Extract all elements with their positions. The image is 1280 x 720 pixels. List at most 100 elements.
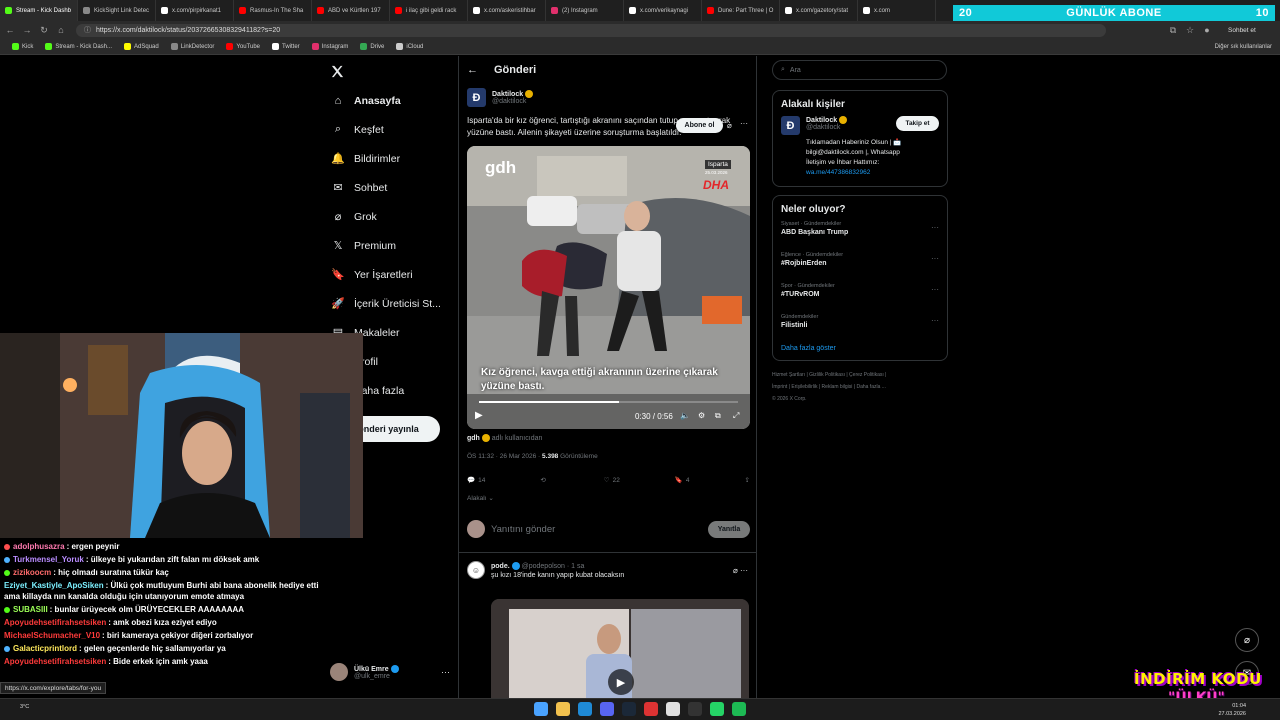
steam-icon[interactable] — [622, 702, 636, 716]
show-more-link[interactable]: Daha fazla göster — [781, 345, 939, 352]
follow-button[interactable]: Takip et — [896, 116, 939, 131]
nav-item-bookmark[interactable]: 🔖 Yer İşaretleri — [325, 260, 455, 289]
footer-line1[interactable]: Hizmet Şartları | Gizlilik Politikası | … — [772, 369, 948, 381]
nav-item-rocket[interactable]: 🚀 İçerik Üreticisi St... — [325, 289, 455, 318]
bookmark-item[interactable]: Kick — [12, 43, 33, 50]
search-input[interactable]: ⌕ Ara — [772, 60, 947, 80]
browser-tab[interactable]: Rasmus-In The Sha — [234, 0, 312, 21]
browser-tab[interactable]: (2) Instagram — [546, 0, 624, 21]
like-action[interactable]: ♡ 22 — [604, 476, 620, 485]
app-icon[interactable] — [688, 702, 702, 716]
back-icon[interactable]: ← — [3, 23, 17, 37]
reply-video[interactable]: ▶ — [491, 599, 749, 709]
more-dots-icon[interactable]: ⌀ ··· — [733, 566, 748, 575]
subscribe-button[interactable]: Abone ol — [676, 118, 723, 133]
browser-tab[interactable]: x.com/verikaynagi — [624, 0, 702, 21]
bookmark-item[interactable]: Drive — [360, 43, 384, 50]
author-name[interactable]: Daktilock — [492, 91, 523, 98]
browser-tab[interactable]: Stream - Kick Dashb — [0, 0, 78, 21]
browser-tab[interactable]: x.com — [858, 0, 936, 21]
bookmark-item[interactable]: Stream - Kick Dash... — [45, 43, 112, 50]
bookmark-item[interactable]: LinkDetector — [170, 43, 214, 50]
other-bookmarks[interactable]: Diğer sık kullanılanlar — [1215, 44, 1272, 50]
bio-link[interactable]: wa.me/447386832962 — [806, 168, 939, 178]
post-timestamp[interactable]: ÖS 11:32 · 26 Mar 2026 · — [467, 453, 542, 460]
bookmark-item[interactable]: AdSquad — [124, 43, 159, 50]
nav-item-search[interactable]: ⌕ Keşfet — [325, 115, 455, 144]
trend-item[interactable]: Eğlence · Gündemdekiler #RojbinErden ··· — [781, 252, 939, 277]
chat-username[interactable]: zizikoocm — [13, 568, 51, 577]
source-name[interactable]: gdh — [467, 435, 480, 442]
author-handle[interactable]: @daktilock — [492, 98, 533, 105]
fullscreen-icon[interactable]: ⤢ — [733, 411, 739, 421]
x-logo-icon[interactable] — [325, 56, 455, 86]
browser-tab[interactable]: ABD ve Kürtlen 197 — [312, 0, 390, 21]
chat-with-ai-button[interactable]: Sohbet et — [1228, 27, 1256, 34]
volume-icon[interactable]: 🔈 — [680, 411, 690, 420]
settings-gear-icon[interactable]: ⚙ — [698, 411, 705, 420]
author-avatar[interactable]: Ɖ — [467, 88, 486, 107]
browser-tab[interactable]: KickSight Link Detec — [78, 0, 156, 21]
browser-tab[interactable]: i ilaç gibi geldi rack — [390, 0, 468, 21]
play-icon[interactable]: ▶ — [475, 410, 483, 421]
reply-post[interactable]: ☺ pode. @podepolson · 1 sa şu kızı 18'in… — [459, 552, 756, 709]
bookmark-item[interactable]: iCloud — [396, 43, 423, 50]
whatsapp-icon[interactable] — [710, 702, 724, 716]
nav-item-x-premium[interactable]: 𝕏 Premium — [325, 231, 455, 260]
chrome-icon[interactable] — [666, 702, 680, 716]
browser-tab[interactable]: x.com/askeristihbar — [468, 0, 546, 21]
chat-username[interactable]: Apoyudehsetifirahsetsiken — [4, 618, 106, 627]
share-icon[interactable]: ⇪ — [745, 476, 750, 484]
forward-icon[interactable]: → — [20, 23, 34, 37]
reply-avatar[interactable]: ☺ — [467, 561, 485, 579]
chat-username[interactable]: Turkmensel_Yoruk — [13, 555, 84, 564]
profile-avatar-icon[interactable]: ● — [1200, 23, 1214, 37]
reply-input[interactable]: Yanıtını gönder — [491, 524, 708, 535]
chat-username[interactable]: MichaelSchumacher_V10 — [4, 631, 100, 640]
bookmark-item[interactable]: YouTube — [226, 43, 260, 50]
reply-action[interactable]: 💬 14 — [467, 476, 485, 485]
star-icon[interactable]: ☆ — [1183, 23, 1197, 37]
related-handle[interactable]: @daktilock — [806, 124, 896, 131]
back-arrow-icon[interactable]: ← — [467, 64, 478, 76]
nav-item-mail[interactable]: ✉ Sohbet — [325, 173, 455, 202]
pip-icon[interactable]: ⧉ — [715, 411, 721, 421]
taskbar-clock[interactable]: 01:04 27.03.2026 — [1218, 702, 1246, 718]
obs-icon[interactable] — [644, 702, 658, 716]
start-icon[interactable] — [534, 702, 548, 716]
address-bar[interactable]: ⓘ https://x.com/daktilock/status/2037266… — [76, 23, 1106, 37]
chat-username[interactable]: Galacticprintlord — [13, 644, 77, 653]
edge-icon[interactable] — [578, 702, 592, 716]
relevance-sort[interactable]: Alakalı ⌄ — [467, 494, 494, 502]
chat-username[interactable]: Apoyudehsetifirahsetsiken — [4, 657, 106, 666]
reply-button[interactable]: Yanıtla — [708, 520, 750, 538]
browser-tab[interactable]: x.com/gazetory/stat — [780, 0, 858, 21]
nav-item-bell[interactable]: 🔔 Bildirimler — [325, 144, 455, 173]
grok-float-icon[interactable]: ⌀ — [1235, 628, 1259, 652]
browser-tab[interactable]: Dune: Part Three | O — [702, 0, 780, 21]
post-video[interactable]: gdh Isparta 25.03.2026 DHA Kız öğrenci, … — [467, 146, 750, 429]
chat-username[interactable]: SUBASIII — [13, 605, 48, 614]
reload-icon[interactable]: ↻ — [37, 23, 51, 37]
file-explorer-icon[interactable] — [556, 702, 570, 716]
more-dots-icon[interactable]: ··· — [931, 223, 939, 232]
home-button-icon[interactable]: ⌂ — [54, 23, 68, 37]
weather-widget[interactable]: 3°C — [20, 704, 29, 710]
footer-line2[interactable]: İmprint | Erişilebilirlik | Reklam bilgi… — [772, 381, 948, 393]
chat-username[interactable]: adolphusazra — [13, 542, 65, 551]
browser-tab[interactable]: x.com/pirpirkanat1 — [156, 0, 234, 21]
grok-icon[interactable]: ⌀ — [727, 121, 732, 130]
discord-icon[interactable] — [600, 702, 614, 716]
site-info-icon[interactable]: ⓘ — [84, 25, 91, 35]
bookmark-action[interactable]: 🔖 4 — [675, 476, 690, 485]
extensions-icon[interactable]: ⧉ — [1166, 23, 1180, 37]
related-avatar[interactable]: Ɖ — [781, 116, 800, 135]
spotify-icon[interactable] — [732, 702, 746, 716]
more-dots-icon[interactable]: ··· — [931, 285, 939, 294]
nav-item-home[interactable]: ⌂ Anasayfa — [325, 86, 455, 115]
bookmark-item[interactable]: Twitter — [272, 43, 300, 50]
play-icon[interactable]: ▶ — [608, 669, 634, 695]
bookmark-item[interactable]: Instagram — [311, 43, 348, 50]
trend-item[interactable]: Gündemdekiler Filistinli ··· — [781, 314, 939, 339]
related-name[interactable]: Daktilock — [806, 117, 837, 124]
